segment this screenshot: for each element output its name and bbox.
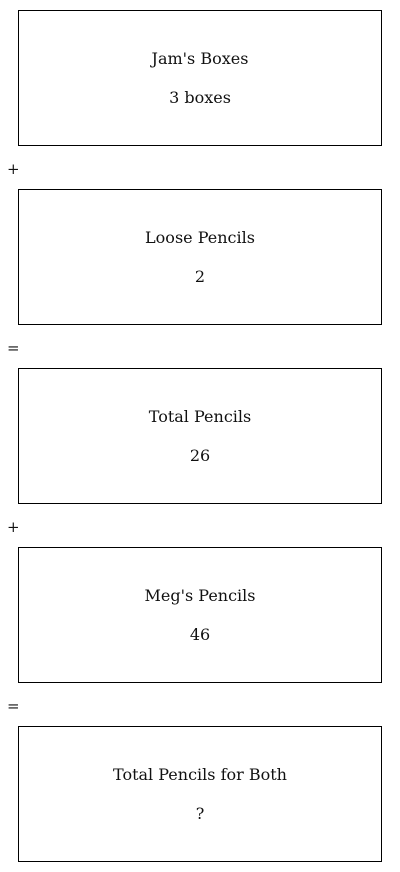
box-label: Total Pencils [148, 407, 252, 426]
equals-operator: = [7, 339, 20, 357]
jams-boxes-box: Jam's Boxes 3 boxes [18, 10, 382, 146]
box-value: ? [195, 804, 205, 823]
box-label: Loose Pencils [145, 228, 255, 247]
equals-operator: = [7, 697, 20, 715]
plus-operator: + [7, 160, 20, 178]
loose-pencils-box: Loose Pencils 2 [18, 189, 382, 325]
box-label: Meg's Pencils [144, 586, 256, 605]
box-value: 46 [189, 625, 211, 644]
total-pencils-for-both-box: Total Pencils for Both ? [18, 726, 382, 862]
plus-operator: + [7, 518, 20, 536]
box-label: Total Pencils for Both [113, 765, 287, 784]
box-value: 2 [194, 267, 206, 286]
box-value: 3 boxes [169, 88, 231, 107]
total-pencils-box: Total Pencils 26 [18, 368, 382, 504]
box-label: Jam's Boxes [151, 49, 249, 68]
megs-pencils-box: Meg's Pencils 46 [18, 547, 382, 683]
box-value: 26 [189, 446, 211, 465]
